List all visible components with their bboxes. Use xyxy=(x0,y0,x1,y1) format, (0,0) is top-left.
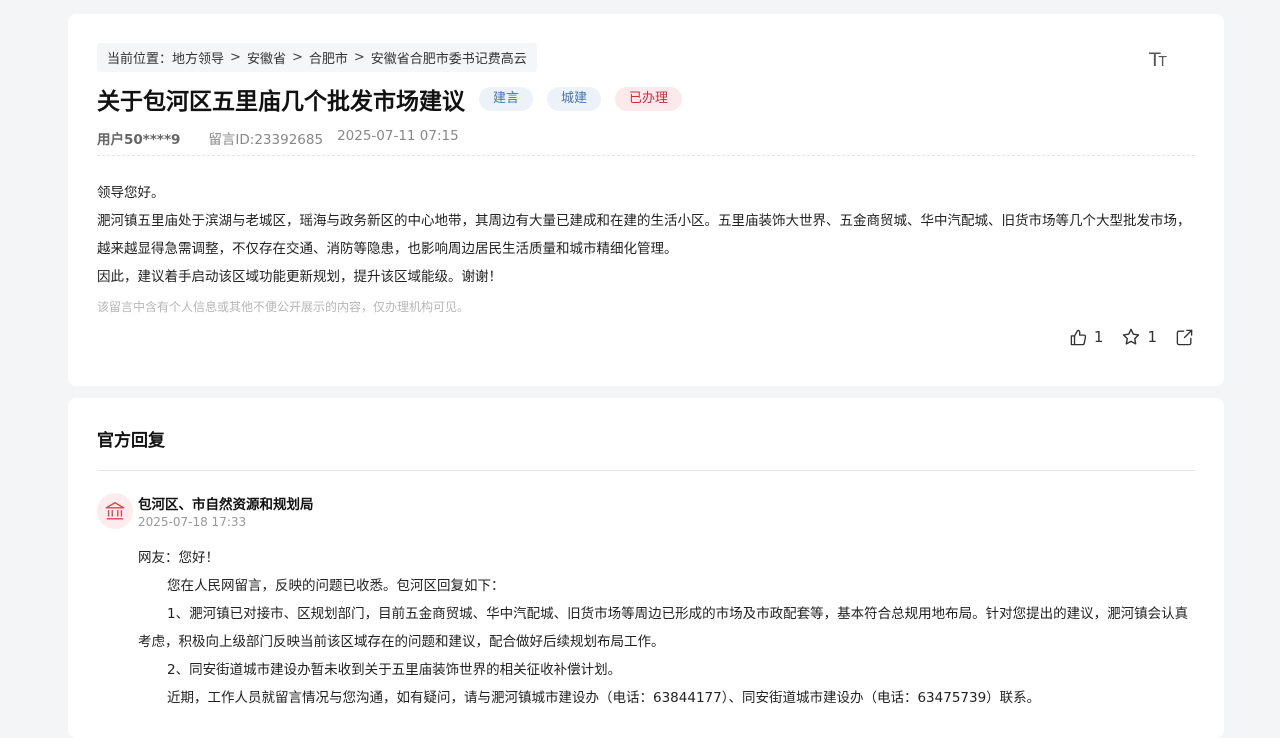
message-paragraph: 淝河镇五里庙处于滨湖与老城区，瑶海与政务新区的中心地带，其周边有大量已建成和在建… xyxy=(97,213,1191,257)
font-size-small-glyph: T xyxy=(1158,55,1167,70)
message-paragraph: 领导您好。 xyxy=(97,185,165,201)
favorite-count: 1 xyxy=(1147,328,1157,346)
breadcrumb-separator: > xyxy=(230,50,241,65)
message-paragraph: 因此，建议着手启动该区域功能更新规划，提升该区域能级。谢谢！ xyxy=(97,269,502,285)
thumbs-up-icon xyxy=(1070,329,1087,345)
breadcrumb-prefix: 当前位置： xyxy=(107,52,173,67)
status-badge: 已办理 xyxy=(615,87,683,111)
reply-org-name: 包河区、市自然资源和规划局 xyxy=(138,497,314,513)
breadcrumb-separator: > xyxy=(291,50,303,65)
breadcrumb-item-province[interactable]: 安徽省 xyxy=(247,48,286,67)
reply-paragraph: 1、淝河镇已对接市、区规划部门，目前五金商贸城、华中汽配城、旧货市场等周边已形成… xyxy=(138,606,1189,650)
reply-greeting: 网友：您好！ xyxy=(138,550,219,566)
like-count: 1 xyxy=(1093,328,1104,346)
message-card: 当前位置： 地方领导 > 安徽省 > 合肥市 > 安徽省合肥市委书记费高云 TT… xyxy=(68,14,1224,386)
privacy-note: 该留言中含有个人信息或其他不便公开展示的内容，仅办理机构可见。 xyxy=(97,300,470,314)
title-row: 关于包河区五里庙几个批发市场建议 建言 城建 已办理 xyxy=(97,82,683,116)
star-icon xyxy=(1123,328,1140,345)
share-button[interactable] xyxy=(1175,328,1194,347)
breadcrumb: 当前位置： 地方领导 > 安徽省 > 合肥市 > 安徽省合肥市委书记费高云 xyxy=(97,43,537,72)
message-id: 留言ID:23392685 xyxy=(208,132,324,148)
tag-urban-construction[interactable]: 城建 xyxy=(547,87,602,111)
reply-paragraph: 您在人民网留言，反映的问题已收悉。包河区回复如下： xyxy=(167,578,505,594)
message-body: 领导您好。 淝河镇五里庙处于滨湖与老城区，瑶海与政务新区的中心地带，其周边有大量… xyxy=(97,179,1197,321)
reply-body: 网友：您好！ 您在人民网留言，反映的问题已收悉。包河区回复如下： 1、淝河镇已对… xyxy=(138,544,1196,712)
font-size-big-glyph: T xyxy=(1149,49,1161,71)
reply-section-title: 官方回复 xyxy=(97,431,165,451)
reply-paragraph: 近期，工作人员就留言情况与您沟通，如有疑问，请与淝河镇城市建设办（电话：6384… xyxy=(167,690,1041,706)
breadcrumb-separator: > xyxy=(353,50,365,65)
breadcrumb-item-local-leaders[interactable]: 地方领导 xyxy=(172,48,224,67)
divider xyxy=(97,470,1195,471)
message-user: 用户50****9 xyxy=(97,132,181,148)
breadcrumb-item-leader[interactable]: 安徽省合肥市委书记费高云 xyxy=(371,48,527,67)
message-time: 2025-07-11 07:15 xyxy=(337,128,459,144)
breadcrumb-item-city[interactable]: 合肥市 xyxy=(309,48,348,67)
divider xyxy=(97,155,1195,156)
reply-paragraph: 2、同安街道城市建设办暂未收到关于五里庙装饰世界的相关征收补偿计划。 xyxy=(167,662,622,678)
tag-suggestion[interactable]: 建言 xyxy=(479,87,534,111)
reply-time: 2025-07-18 17:33 xyxy=(138,515,247,529)
message-title: 关于包河区五里庙几个批发市场建议 xyxy=(97,89,465,115)
message-actions: 1 1 xyxy=(1051,327,1194,347)
favorite-button[interactable]: 1 xyxy=(1121,327,1157,347)
font-size-icon[interactable]: TT xyxy=(1149,49,1167,71)
like-button[interactable]: 1 xyxy=(1069,328,1104,347)
message-meta: 用户50****9 留言ID:23392685 2025-07-11 07:15 xyxy=(97,128,459,148)
government-building-icon xyxy=(97,493,133,529)
share-icon xyxy=(1176,329,1193,345)
official-reply-card: 官方回复 包河区、市自然资源和规划局 2025-07-18 17:33 网友：您… xyxy=(68,398,1224,738)
